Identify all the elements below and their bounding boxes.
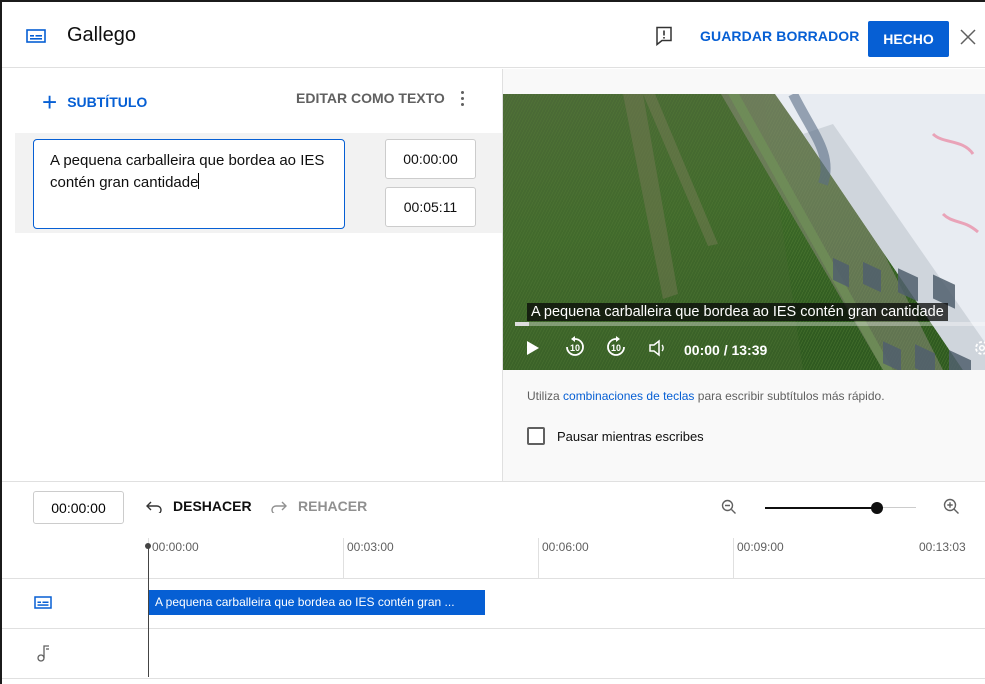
- undo-icon: [146, 501, 162, 513]
- ruler-tick: 00:00:00: [148, 538, 199, 578]
- start-time-input[interactable]: 00:00:00: [385, 139, 476, 179]
- playhead[interactable]: [148, 545, 149, 677]
- more-options-icon[interactable]: [455, 87, 469, 109]
- save-draft-button[interactable]: GUARDAR BORRADOR: [700, 28, 859, 44]
- plus-icon: +: [42, 87, 58, 117]
- subtitle-row: A pequena carballeira que bordea ao IES …: [15, 133, 502, 233]
- ruler-tick: 00:06:00: [538, 538, 589, 578]
- video-progress-bar[interactable]: [515, 322, 985, 326]
- pause-while-typing[interactable]: Pausar mientras escribes: [527, 427, 704, 445]
- row-divider: [2, 578, 985, 579]
- redo-icon: [271, 501, 287, 513]
- keyboard-tip: Utiliza combinaciones de teclas para esc…: [527, 389, 885, 403]
- video-player[interactable]: A pequena carballeira que bordea ao IES …: [503, 94, 985, 370]
- timeline-time-input[interactable]: 00:00:00: [33, 491, 124, 524]
- undo-button[interactable]: DESHACER: [145, 498, 252, 514]
- subtitle-text-input[interactable]: A pequena carballeira que bordea ao IES …: [33, 139, 345, 229]
- rewind-10-icon[interactable]: 10: [563, 335, 587, 364]
- end-time-input[interactable]: 00:05:11: [385, 187, 476, 227]
- player-controls: 10 10 00:00 / 13:39: [503, 330, 985, 370]
- header-bar: Gallego GUARDAR BORRADOR HECHO: [2, 2, 985, 68]
- text-caret: [198, 173, 200, 189]
- ruler-tick: 00:09:00: [733, 538, 784, 578]
- ruler-tick: 00:03:00: [343, 538, 394, 578]
- audio-track-icon: [37, 644, 51, 667]
- pause-label: Pausar mientras escribes: [557, 428, 704, 444]
- zoom-slider-thumb[interactable]: [871, 502, 883, 514]
- keyboard-shortcuts-link[interactable]: combinaciones de teclas: [563, 389, 694, 403]
- undo-label: DESHACER: [173, 498, 252, 514]
- ruler-tick: 00:13:03: [919, 540, 966, 554]
- redo-label: REHACER: [298, 498, 368, 514]
- done-button[interactable]: HECHO: [868, 21, 949, 57]
- volume-icon[interactable]: [648, 339, 668, 362]
- subtitle-list-panel: + SUBTÍTULO EDITAR COMO TEXTO A pequena …: [2, 69, 502, 481]
- language-title: Gallego: [67, 24, 136, 46]
- settings-icon[interactable]: [972, 338, 985, 363]
- zoom-out-icon[interactable]: [721, 499, 737, 520]
- subtitle-cue[interactable]: A pequena carballeira que bordea ao IES …: [149, 590, 485, 615]
- video-frame: [503, 94, 985, 370]
- tip-suffix: para escribir subtítulos más rápido.: [694, 389, 885, 403]
- close-icon[interactable]: [959, 28, 977, 51]
- svg-text:10: 10: [570, 343, 580, 353]
- svg-text:10: 10: [611, 343, 621, 353]
- preview-panel: A pequena carballeira que bordea ao IES …: [502, 69, 985, 481]
- redo-button[interactable]: REHACER: [270, 498, 367, 514]
- tip-prefix: Utiliza: [527, 389, 564, 403]
- zoom-slider-track[interactable]: [765, 507, 877, 509]
- time-display: 00:00 / 13:39: [684, 342, 768, 358]
- video-caption: A pequena carballeira que bordea ao IES …: [527, 303, 948, 321]
- pause-checkbox[interactable]: [527, 427, 545, 445]
- row-divider: [2, 678, 985, 679]
- feedback-icon[interactable]: [655, 26, 673, 51]
- zoom-slider-rest: [882, 507, 916, 508]
- subtitles-icon: [26, 29, 46, 48]
- subtitle-track-icon: [34, 596, 52, 614]
- timeline-panel: 00:00:00 DESHACER REHACER 00:00:00 00:03…: [2, 481, 985, 684]
- forward-10-icon[interactable]: 10: [604, 335, 628, 364]
- add-subtitle-button[interactable]: + SUBTÍTULO: [42, 89, 147, 115]
- zoom-in-icon[interactable]: [943, 498, 961, 521]
- play-icon[interactable]: [525, 338, 541, 363]
- timeline-ruler: 00:00:00 00:03:00 00:06:00 00:09:00 00:1…: [148, 538, 985, 578]
- edit-as-text-button[interactable]: EDITAR COMO TEXTO: [296, 90, 445, 106]
- add-subtitle-label: SUBTÍTULO: [67, 94, 148, 110]
- progress-fill: [515, 322, 529, 326]
- row-divider: [2, 628, 985, 629]
